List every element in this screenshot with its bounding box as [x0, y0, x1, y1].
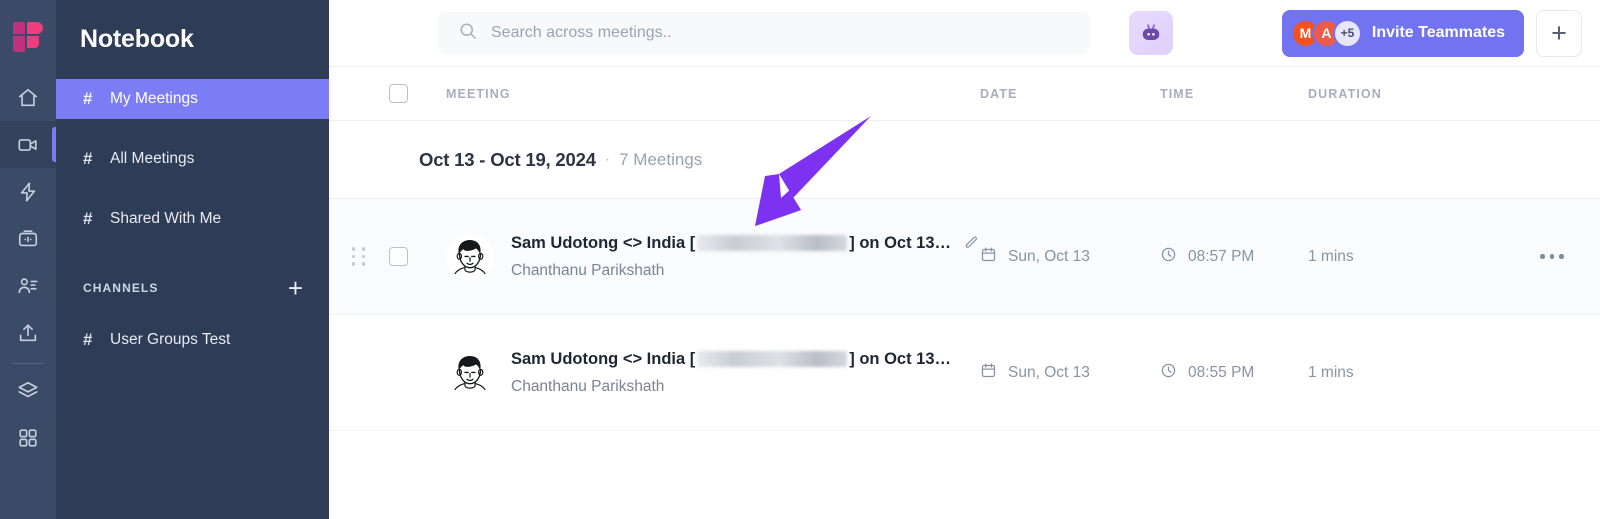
- home-icon[interactable]: [0, 74, 56, 121]
- invite-teammates-button[interactable]: M A +5 Invite Teammates: [1281, 9, 1524, 57]
- lightning-bolt-icon[interactable]: [0, 168, 56, 215]
- column-header-meeting[interactable]: MEETING: [419, 87, 980, 101]
- table-row[interactable]: Sam Udotong <> India [ ] on Oct 13… Chan…: [329, 199, 1600, 315]
- main-content: M A +5 Invite Teammates + MEETING DATE T…: [329, 0, 1600, 519]
- app-root: Notebook # My Meetings # All Meetings # …: [0, 0, 1600, 519]
- hash-icon: #: [83, 89, 93, 108]
- sidebar-item-label: Shared With Me: [110, 210, 222, 227]
- redacted-text: [697, 235, 848, 251]
- layers-icon[interactable]: [0, 367, 56, 414]
- column-header-duration[interactable]: DURATION: [1308, 87, 1504, 101]
- group-separator: ·: [604, 150, 611, 168]
- redacted-text: [697, 351, 848, 367]
- group-meeting-count: 7 Meetings: [619, 149, 703, 169]
- avatar-overflow-count: +5: [1332, 18, 1362, 48]
- ai-assistant-icon[interactable]: [1129, 11, 1173, 55]
- meeting-group-header: Oct 13 - Oct 19, 2024 · 7 Meetings: [329, 121, 1600, 199]
- search-input[interactable]: [491, 24, 1070, 42]
- meeting-title-suffix: ] on Oct 13…: [849, 233, 952, 252]
- table-row[interactable]: Sam Udotong <> India [ ] on Oct 13… Chan…: [329, 315, 1600, 431]
- invite-teammates-label: Invite Teammates: [1371, 24, 1505, 41]
- meeting-time: 08:55 PM: [1188, 363, 1255, 381]
- teammate-avatars: M A +5: [1290, 18, 1362, 48]
- contacts-icon[interactable]: [0, 262, 56, 309]
- meeting-title-prefix: Sam Udotong <> India [: [511, 233, 696, 252]
- add-channel-button[interactable]: +: [288, 275, 303, 301]
- hash-icon: #: [83, 330, 93, 349]
- meeting-title[interactable]: Sam Udotong <> India [ ] on Oct 13…: [511, 350, 951, 369]
- clock-icon: [1160, 362, 1177, 384]
- meeting-title[interactable]: Sam Udotong <> India [ ] on Oct 13…: [511, 234, 979, 253]
- soundbite-icon[interactable]: [0, 215, 56, 262]
- fireflies-logo[interactable]: [0, 0, 56, 74]
- search-box[interactable]: [438, 12, 1090, 54]
- clock-icon: [1160, 246, 1177, 268]
- sidebar-item-user-groups-test[interactable]: # User Groups Test: [56, 320, 329, 360]
- group-date-range: Oct 13 - Oct 19, 2024: [419, 148, 596, 170]
- meeting-date: Sun, Oct 13: [1008, 247, 1090, 265]
- meeting-title-prefix: Sam Udotong <> India [: [511, 349, 696, 368]
- sidebar-item-shared-with-me[interactable]: # Shared With Me: [56, 199, 329, 239]
- meeting-owner: Chanthanu Parikshath: [511, 261, 665, 279]
- meeting-cell: Sam Udotong <> India [ ] on Oct 13… Chan…: [419, 232, 980, 281]
- apps-grid-icon[interactable]: [0, 414, 56, 461]
- hash-icon: #: [83, 149, 93, 168]
- upload-icon[interactable]: [0, 309, 56, 356]
- video-camera-icon[interactable]: [0, 121, 56, 168]
- meeting-owner: Chanthanu Parikshath: [511, 377, 665, 395]
- hash-icon: #: [83, 209, 93, 228]
- sidebar-item-all-meetings[interactable]: # All Meetings: [56, 139, 329, 179]
- icon-rail: [0, 0, 56, 519]
- meeting-date: Sun, Oct 13: [1008, 363, 1090, 381]
- search-icon: [458, 21, 478, 46]
- meeting-duration: 1 mins: [1308, 247, 1354, 265]
- meeting-duration: 1 mins: [1308, 363, 1354, 381]
- topbar-actions: M A +5 Invite Teammates +: [1281, 9, 1582, 57]
- calendar-icon: [980, 246, 997, 268]
- top-bar: M A +5 Invite Teammates +: [329, 0, 1600, 67]
- sidebar: Notebook # My Meetings # All Meetings # …: [56, 0, 329, 519]
- column-header-time[interactable]: TIME: [1160, 87, 1308, 101]
- meeting-date-cell: Sun, Oct 13: [980, 246, 1160, 268]
- meeting-title-suffix: ] on Oct 13…: [849, 349, 952, 368]
- sidebar-item-label: My Meetings: [110, 90, 198, 107]
- meeting-time-cell: 08:55 PM: [1160, 362, 1308, 384]
- row-checkbox[interactable]: [389, 247, 419, 266]
- avatar: [446, 232, 494, 281]
- sidebar-item-label: All Meetings: [110, 150, 195, 167]
- channels-label: CHANNELS: [83, 281, 159, 295]
- edit-pencil-icon[interactable]: [963, 235, 979, 251]
- select-all-checkbox[interactable]: [389, 84, 419, 103]
- row-overflow-menu-icon[interactable]: [1504, 254, 1600, 259]
- sidebar-item-my-meetings[interactable]: # My Meetings: [56, 79, 329, 119]
- avatar: [446, 348, 494, 397]
- meeting-date-cell: Sun, Oct 13: [980, 362, 1160, 384]
- meeting-time: 08:57 PM: [1188, 247, 1255, 265]
- meeting-duration-cell: 1 mins: [1308, 364, 1504, 382]
- rail-divider: [12, 363, 44, 364]
- meeting-cell: Sam Udotong <> India [ ] on Oct 13… Chan…: [419, 348, 980, 397]
- add-button[interactable]: +: [1536, 9, 1582, 57]
- table-header: MEETING DATE TIME DURATION: [329, 67, 1600, 121]
- meeting-time-cell: 08:57 PM: [1160, 246, 1308, 268]
- sidebar-title: Notebook: [80, 25, 194, 53]
- channels-header: CHANNELS +: [56, 275, 329, 301]
- column-header-date[interactable]: DATE: [980, 87, 1160, 101]
- sidebar-item-label: User Groups Test: [110, 331, 231, 348]
- drag-handle-icon[interactable]: [329, 247, 389, 266]
- meeting-duration-cell: 1 mins: [1308, 248, 1504, 266]
- calendar-icon: [980, 362, 997, 384]
